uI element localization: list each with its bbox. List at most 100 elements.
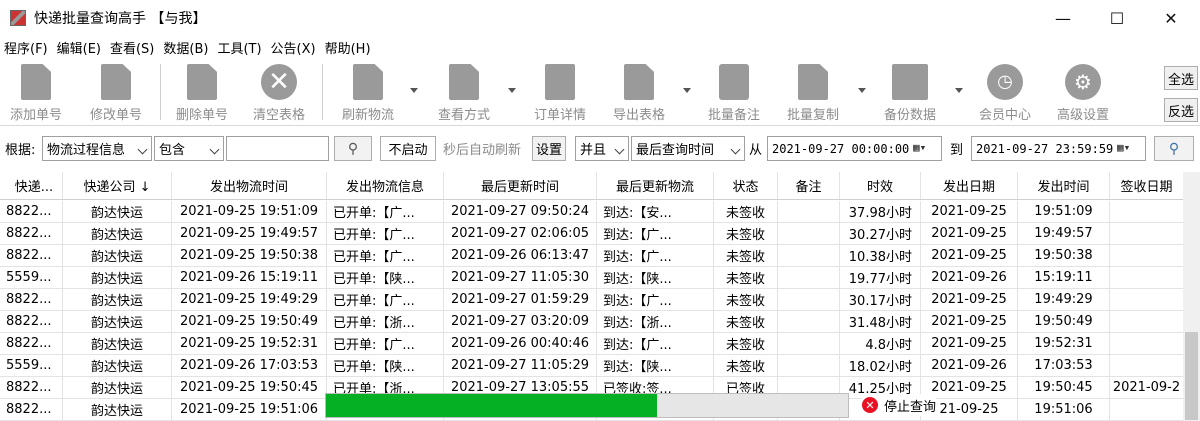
order-detail-button[interactable]: 订单详情 [524, 62, 596, 124]
minimize-button[interactable]: — [1040, 0, 1086, 36]
menu-notice[interactable]: 公告(X) [271, 38, 316, 57]
cell-courier: 韵达快运 [63, 399, 172, 420]
settings-button[interactable]: 设置 [532, 136, 566, 161]
member-center-button[interactable]: ◷ 会员中心 [969, 62, 1041, 124]
header-last-update[interactable]: 最后更新时间 [444, 172, 597, 199]
header-sent-date[interactable]: 发出日期 [921, 172, 1018, 199]
chevron-down-icon[interactable] [508, 88, 516, 93]
header-tracking-no[interactable]: 快递... [0, 172, 63, 199]
backup-data-button[interactable]: 备份数据 [874, 62, 946, 124]
to-date-picker[interactable]: 2021-09-27 23:59:59 ▦▾ [971, 136, 1146, 161]
batch-note-button[interactable]: 批量备注 [698, 62, 770, 124]
clear-x-icon: ✕ [261, 64, 297, 100]
header-signed-date[interactable]: 签收日期 [1110, 172, 1183, 199]
title-bar: 快递批量查询高手 【与我】 — ☐ ✕ [0, 0, 1200, 36]
header-sent-info[interactable]: 发出物流信息 [327, 172, 444, 199]
menu-data[interactable]: 数据(B) [163, 38, 208, 57]
filter-operator-select[interactable]: 包含 [154, 136, 224, 161]
table-row[interactable]: 5559... 韵达快运 2021-09-26 17:03:53 已开单:【陕... 2… [0, 355, 1183, 377]
table-row[interactable]: 8822... 韵达快运 2021-09-25 19:52:31 已开单:【广... 2… [0, 333, 1183, 355]
auto-refresh-toggle[interactable]: 不启动 [380, 136, 436, 161]
header-note[interactable]: 备注 [778, 172, 840, 199]
cell-status: 未签收 [714, 355, 778, 376]
chevron-down-icon[interactable] [683, 88, 691, 93]
cell-sent-info: 已开单:【广... [327, 201, 444, 222]
clear-table-button[interactable]: ✕ 清空表格 [243, 62, 315, 124]
header-courier[interactable]: 快递公司 ↓ [63, 172, 172, 199]
query-button[interactable]: ⚲ [1154, 136, 1194, 161]
menu-edit[interactable]: 编辑(E) [57, 38, 101, 57]
filter-field-select[interactable]: 物流过程信息 [42, 136, 152, 161]
cell-last-logistics: 到达:【安... [597, 201, 714, 222]
header-duration[interactable]: 时效 [840, 172, 921, 199]
filter-keyword-input[interactable] [226, 136, 329, 161]
table-row[interactable]: 8822... 韵达快运 2021-09-25 19:51:09 已开单:【广... 2… [0, 201, 1183, 223]
cell-sent-info: 已开单:【浙... [327, 311, 444, 332]
invert-selection-button[interactable]: 反选 [1164, 98, 1198, 122]
header-last-logistics[interactable]: 最后更新物流 [597, 172, 714, 199]
cell-note [778, 333, 840, 354]
chevron-down-icon[interactable] [410, 88, 418, 93]
cell-sent-date: 2021-09-25 [921, 245, 1018, 266]
table-row[interactable]: 5559... 韵达快运 2021-09-26 15:19:11 已开单:【陕... 2… [0, 267, 1183, 289]
export-table-button[interactable]: 导出表格 [603, 62, 675, 124]
menu-help[interactable]: 帮助(H) [325, 38, 371, 57]
toolbar-separator [322, 64, 323, 120]
cell-duration: 10.38小时 [840, 245, 921, 266]
table-row[interactable]: 8822... 韵达快运 2021-09-25 19:49:57 已开单:【广... 2… [0, 223, 1183, 245]
delete-tracking-button[interactable]: 删除单号 [166, 62, 238, 124]
cell-tracking-no: 5559... [0, 355, 63, 376]
filter-label: 根据: [5, 143, 36, 158]
time-field-select[interactable]: 最后查询时间 [631, 136, 745, 161]
add-tracking-button[interactable]: 添加单号 [0, 62, 72, 124]
stop-query-label: 停止查询 [884, 399, 937, 415]
cell-sent-clock: 19:50:45 [1018, 377, 1110, 398]
cell-tracking-no: 8822... [0, 201, 63, 222]
cell-sent-clock: 19:49:29 [1018, 289, 1110, 310]
search-button[interactable]: ⚲ [334, 136, 372, 161]
chevron-down-icon[interactable] [955, 88, 963, 93]
table-row[interactable]: 8822... 韵达快运 2021-09-25 19:49:29 已开单:【广... 2… [0, 289, 1183, 311]
menu-tools[interactable]: 工具(T) [217, 38, 261, 57]
chevron-down-icon[interactable] [858, 88, 866, 93]
header-sent-time[interactable]: 发出物流时间 [172, 172, 327, 199]
header-sent-clock[interactable]: 发出时间 [1018, 172, 1110, 199]
toolbar-separator [160, 64, 161, 120]
cell-sent-date: 2021-09-26 [921, 267, 1018, 288]
menu-view[interactable]: 查看(S) [110, 38, 154, 57]
cell-tracking-no: 8822... [0, 223, 63, 244]
batch-copy-button[interactable]: 批量复制 [777, 62, 849, 124]
cell-signed-date [1110, 201, 1183, 222]
stop-query-button[interactable]: ✕ 停止查询 [862, 394, 937, 416]
view-mode-button[interactable]: 查看方式 [428, 62, 500, 124]
cell-duration: 30.17小时 [840, 289, 921, 310]
app-icon [10, 10, 26, 26]
cell-sent-clock: 19:51:06 [1018, 399, 1110, 420]
table-row[interactable]: 8822... 韵达快运 2021-09-25 19:50:49 已开单:【浙... 2… [0, 311, 1183, 333]
menu-program[interactable]: 程序(F) [4, 38, 48, 57]
cell-courier: 韵达快运 [63, 377, 172, 398]
vertical-scrollbar[interactable] [1183, 172, 1200, 421]
table-row[interactable]: 8822... 韵达快运 2021-09-25 19:50:38 已开单:【广... 2… [0, 245, 1183, 267]
cell-last-update: 2021-09-27 11:05:30 [444, 267, 597, 288]
cell-tracking-no: 8822... [0, 289, 63, 310]
cell-duration: 19.77小时 [840, 267, 921, 288]
select-all-button[interactable]: 全选 [1164, 66, 1198, 90]
cell-courier: 韵达快运 [63, 245, 172, 266]
cell-sent-clock: 17:03:53 [1018, 355, 1110, 376]
maximize-button[interactable]: ☐ [1094, 0, 1140, 36]
refresh-logistics-button[interactable]: 刷新物流 [332, 62, 404, 124]
logic-select[interactable]: 并且 [575, 136, 629, 161]
from-date-picker[interactable]: 2021-09-27 00:00:00 ▦▾ [767, 136, 942, 161]
scrollbar-thumb[interactable] [1185, 332, 1198, 420]
cell-sent-date: 2021-09-25 [921, 289, 1018, 310]
results-table[interactable]: 快递... 快递公司 ↓ 发出物流时间 发出物流信息 最后更新时间 最后更新物流… [0, 172, 1200, 421]
cell-note [778, 267, 840, 288]
cell-last-logistics: 到达:【浙... [597, 311, 714, 332]
cell-duration: 37.98小时 [840, 201, 921, 222]
advanced-settings-button[interactable]: ⚙ 高级设置 [1047, 62, 1119, 124]
edit-tracking-button[interactable]: 修改单号 [80, 62, 152, 124]
cell-sent-time: 2021-09-25 19:52:31 [172, 333, 327, 354]
header-status[interactable]: 状态 [714, 172, 778, 199]
close-button[interactable]: ✕ [1148, 0, 1194, 36]
